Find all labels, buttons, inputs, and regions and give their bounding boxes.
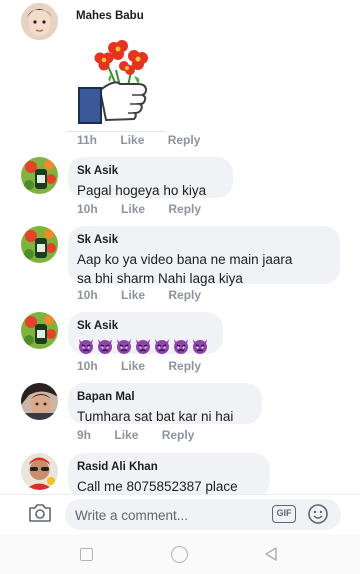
child-avatar-icon — [21, 3, 58, 40]
angry-devil-emoji-icon — [193, 339, 207, 354]
avatar[interactable] — [21, 383, 58, 420]
comment-text: Pagal hogeya ho kiya — [77, 183, 207, 198]
comment-text: Call me 8075852387 place — [77, 479, 238, 494]
reply-button[interactable]: Reply — [168, 133, 201, 147]
comment-text: Tumhara sat bat kar ni hai — [77, 409, 234, 424]
avatar[interactable] — [21, 312, 58, 349]
comments-feed[interactable]: Mahes Babu 11h Like Reply Sk Asik Pagal … — [0, 0, 360, 494]
comment-time: 10h — [77, 288, 98, 302]
reply-button[interactable]: Reply — [168, 359, 201, 373]
reply-button[interactable]: Reply — [168, 202, 201, 216]
comment-author[interactable]: Mahes Babu — [76, 9, 144, 23]
comment-text-line: Aap ko ya video bana ne main jaara — [77, 252, 293, 267]
like-button[interactable]: Like — [121, 202, 145, 216]
comment-author[interactable]: Sk Asik — [77, 164, 223, 178]
recents-icon[interactable] — [80, 548, 93, 561]
comment-bubble[interactable]: Sk Asik — [68, 312, 223, 354]
comment-time: 11h — [77, 133, 98, 147]
comment-author[interactable]: Sk Asik — [77, 233, 330, 247]
comment-bubble[interactable]: Sk Asik Pagal hogeya ho kiya — [68, 157, 233, 198]
like-button[interactable]: Like — [120, 133, 144, 147]
comment-time: 10h — [77, 202, 98, 216]
angry-devil-emoji-icon — [79, 339, 93, 354]
back-icon[interactable] — [263, 546, 279, 562]
angry-devil-emoji-icon — [117, 339, 131, 354]
gif-button[interactable]: GIF — [272, 505, 296, 523]
comment-meta: 11h Like Reply — [77, 133, 220, 147]
like-button[interactable]: Like — [114, 428, 138, 442]
comment-author[interactable]: Rasid Ali Khan — [77, 460, 260, 474]
flower-face-avatar-icon — [21, 157, 58, 194]
emoji-row — [77, 337, 213, 355]
comment-bubble[interactable]: Bapan Mal Tumhara sat bat kar ni hai — [68, 383, 262, 424]
person-avatar-icon — [21, 383, 58, 420]
comment-author[interactable]: Sk Asik — [77, 319, 213, 333]
like-button[interactable]: Like — [121, 288, 145, 302]
angry-devil-emoji-icon — [155, 339, 169, 354]
comment-input[interactable] — [75, 505, 265, 525]
reply-button[interactable]: Reply — [162, 428, 195, 442]
comment-composer: GIF — [0, 494, 360, 534]
flower-face-avatar-icon — [21, 226, 58, 263]
comment-text-line: sa bhi sharm Nahi laga kiya — [77, 271, 243, 286]
comment-meta: 10h Like Reply — [77, 359, 221, 373]
reply-button[interactable]: Reply — [168, 288, 201, 302]
angry-devil-emoji-icon — [174, 339, 188, 354]
avatar[interactable] — [21, 226, 58, 263]
avatar[interactable] — [21, 157, 58, 194]
camera-icon[interactable] — [28, 503, 52, 523]
angry-devil-emoji-icon — [136, 339, 150, 354]
sticker[interactable] — [72, 32, 168, 128]
person-with-sunglasses-avatar-icon — [21, 453, 58, 490]
comment-input-box[interactable]: GIF — [65, 499, 341, 530]
smiley-icon[interactable] — [307, 503, 329, 525]
comment-meta: 10h Like Reply — [77, 202, 221, 216]
comment-time: 9h — [77, 428, 92, 442]
flower-face-avatar-icon — [21, 312, 58, 349]
angry-devil-emoji-icon — [98, 339, 112, 354]
comment-meta: 10h Like Reply — [77, 288, 221, 302]
avatar[interactable] — [21, 3, 58, 40]
comment-meta: 9h Like Reply — [77, 428, 214, 442]
comment-bubble[interactable]: Rasid Ali Khan Call me 8075852387 place — [68, 453, 270, 494]
avatar[interactable] — [21, 453, 58, 490]
comment-bubble[interactable]: Sk Asik Aap ko ya video bana ne main jaa… — [68, 226, 340, 286]
system-nav-bar — [0, 534, 360, 574]
comment-author[interactable]: Bapan Mal — [77, 390, 252, 404]
comment-time: 10h — [77, 359, 98, 373]
flower-thumbs-up-sticker-icon — [78, 40, 148, 124]
home-icon[interactable] — [171, 546, 188, 563]
divider — [66, 131, 166, 132]
like-button[interactable]: Like — [121, 359, 145, 373]
